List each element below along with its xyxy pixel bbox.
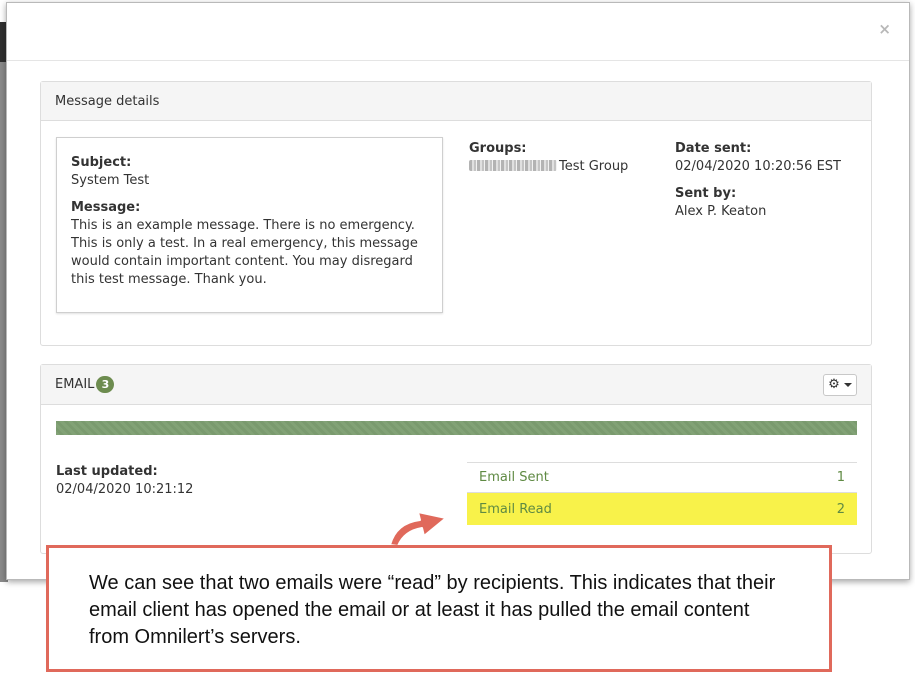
redacted-text	[469, 160, 557, 171]
callout-text: We can see that two emails were “read” b…	[89, 572, 776, 648]
subject-label: Subject:	[71, 155, 132, 170]
gear-icon: ⚙	[828, 377, 840, 392]
sent-by-label: Sent by:	[675, 186, 737, 201]
stat-value: 1	[836, 470, 845, 485]
email-count-badge: 3	[96, 376, 115, 393]
message-label: Message:	[71, 200, 141, 215]
stat-label: Email Read	[479, 501, 552, 517]
close-icon[interactable]: ×	[878, 20, 891, 38]
email-title: EMAIL 3	[55, 376, 115, 393]
date-sent-label: Date sent:	[675, 141, 752, 156]
last-updated-label: Last updated:	[56, 464, 158, 479]
chevron-down-icon	[843, 382, 852, 387]
email-label: EMAIL	[55, 377, 95, 392]
message-box: Subject: System Test Message: This is an…	[56, 137, 443, 313]
date-column: Date sent: 02/04/2020 10:20:56 EST Sent …	[675, 140, 865, 221]
stat-value: 2	[836, 501, 845, 517]
email-stats-list: Email Sent 1 Email Read 2	[467, 462, 857, 525]
annotation-callout: We can see that two emails were “read” b…	[46, 545, 832, 672]
groups-label: Groups:	[469, 141, 527, 156]
last-updated-value: 02/04/2020 10:21:12	[56, 482, 194, 497]
last-updated: Last updated: 02/04/2020 10:21:12	[56, 463, 193, 499]
arrow-icon	[389, 511, 447, 547]
message-body: This is an example message. There is no …	[71, 218, 418, 287]
stat-row-email-sent[interactable]: Email Sent 1	[467, 463, 857, 493]
date-sent-value: 02/04/2020 10:20:56 EST	[675, 159, 841, 174]
message-modal: × Message details Subject: System Test M…	[6, 2, 910, 580]
email-progress-bar	[56, 421, 857, 435]
settings-dropdown-button[interactable]: ⚙	[823, 373, 857, 396]
message-details-heading: Message details	[41, 82, 871, 121]
email-heading: EMAIL 3 ⚙	[41, 365, 871, 405]
modal-header: ×	[7, 3, 909, 61]
subject-value: System Test	[71, 173, 150, 188]
group-name: Test Group	[559, 159, 629, 174]
email-progress-fill	[56, 421, 857, 435]
group-value: Test Group	[469, 158, 659, 176]
stat-label: Email Sent	[479, 470, 549, 485]
message-details-panel: Message details Subject: System Test Mes…	[40, 81, 872, 346]
groups-column: Groups: Test Group	[469, 140, 659, 176]
stat-row-email-read[interactable]: Email Read 2	[467, 493, 857, 525]
sent-by-value: Alex P. Keaton	[675, 204, 767, 219]
